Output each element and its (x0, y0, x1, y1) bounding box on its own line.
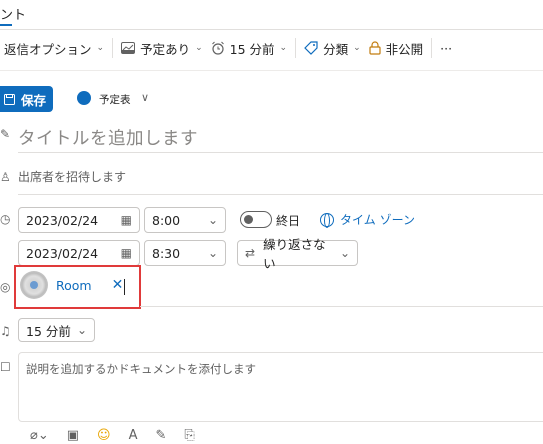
location-icon: ◎ (0, 280, 10, 294)
category-label: 分類 (323, 41, 349, 57)
end-date-value: 2023/02/24 (26, 245, 99, 261)
calendar-color-dot (77, 91, 91, 105)
time-zone-label: タイム ゾーン (340, 213, 415, 227)
chevron-down-icon: ⌄ (207, 246, 218, 260)
chevron-down-icon: ⌄ (195, 43, 203, 53)
end-date-picker[interactable]: 2023/02/24 ▦ (18, 240, 140, 266)
format-icon[interactable]: A (129, 428, 138, 443)
more-options-button[interactable]: ··· (436, 34, 456, 62)
reminder-label: 15 分前 (229, 41, 275, 57)
attendees-input[interactable]: 出席者を招待します (18, 168, 126, 185)
save-icon (4, 93, 15, 105)
reminder-dropdown[interactable]: 15 分前 ⌄ (207, 34, 291, 62)
save-label: 保存 (21, 92, 47, 108)
calendar-selector[interactable]: 予定表 (99, 92, 131, 107)
more-icon: ··· (440, 40, 453, 56)
chevron-down-icon: ⌄ (207, 213, 218, 227)
close-icon[interactable]: ✕ (112, 277, 124, 293)
divider (0, 70, 543, 71)
chevron-down-icon: ⌄ (76, 323, 87, 337)
draw-icon[interactable]: ✎ (156, 428, 167, 443)
divider (0, 29, 543, 30)
chevron-down-icon: ⌄ (353, 43, 361, 53)
calendar-icon: ▦ (120, 213, 132, 227)
text-caret (124, 279, 125, 295)
attach-icon[interactable]: ⌀⌄ (30, 428, 49, 443)
editor-toolbar: ⌀⌄ ▣ ☺ A ✎ ⎘ (30, 428, 195, 443)
tab-indicator (0, 24, 12, 26)
chevron-down-icon[interactable]: ∨ (141, 91, 149, 104)
all-day-label: 終日 (276, 214, 301, 228)
tag-icon (304, 41, 318, 55)
end-time-dropdown[interactable]: 8:30 ⌄ (144, 240, 226, 266)
chevron-down-icon: ⌄ (96, 43, 105, 53)
repeat-dropdown[interactable]: ⇄ 繰り返さない ⌄ (237, 237, 358, 271)
divider (18, 194, 543, 195)
reply-options-label: 返信オプション (4, 41, 92, 57)
reminder-time-value: 15 分前 (26, 323, 71, 339)
globe-icon (320, 212, 334, 228)
busy-status-icon (121, 42, 136, 54)
image-icon[interactable]: ▣ (67, 428, 79, 443)
reminder-time-dropdown[interactable]: 15 分前 ⌄ (18, 318, 95, 342)
calendar-icon: ▦ (120, 246, 132, 260)
divider (18, 152, 543, 153)
busy-status-label: 予定あり (140, 41, 191, 57)
save-button[interactable]: 保存 (0, 86, 53, 112)
lock-icon (369, 41, 381, 55)
toolbar: 返信オプション ⌄ 予定あり ⌄ 15 分前 ⌄ 分類 ⌄ 非公開 ··· (0, 34, 456, 62)
private-toggle[interactable]: 非公開 (365, 34, 428, 62)
all-day-toggle[interactable] (240, 211, 272, 228)
chevron-down-icon: ⌄ (339, 246, 350, 260)
private-label: 非公開 (385, 41, 424, 57)
notes-icon: ☐ (0, 360, 10, 374)
room-name: Room (56, 277, 92, 293)
toolbar-separator (431, 38, 433, 58)
end-time-value: 8:30 (152, 245, 181, 261)
emoji-icon[interactable]: ☺ (97, 428, 111, 443)
bell-icon: ♫ (0, 324, 10, 338)
tab-title[interactable]: ント (0, 4, 26, 23)
start-date-picker[interactable]: 2023/02/24 ▦ (18, 207, 140, 233)
template-icon[interactable]: ⎘ (184, 428, 194, 443)
category-dropdown[interactable]: 分類 ⌄ (300, 34, 365, 62)
clock-icon: ◷ (0, 212, 10, 226)
title-input[interactable]: タイトルを追加します (18, 125, 198, 150)
start-date-value: 2023/02/24 (26, 212, 99, 228)
busy-status-dropdown[interactable]: 予定あり ⌄ (117, 34, 207, 62)
start-time-value: 8:00 (152, 212, 181, 228)
toggle-knob (244, 215, 253, 224)
description-placeholder: 説明を追加するかドキュメントを添付します (26, 362, 256, 376)
repeat-label: 繰り返さない (263, 237, 326, 271)
people-icon: ♙ (0, 170, 10, 184)
title-icon: ✎ (0, 127, 10, 141)
room-chip[interactable]: Room ✕ (20, 270, 123, 300)
toolbar-separator (112, 38, 114, 58)
toolbar-separator (295, 38, 297, 58)
reply-options-button[interactable]: 返信オプション ⌄ (0, 34, 108, 62)
chevron-down-icon: ⌄ (279, 43, 288, 53)
divider (140, 306, 543, 307)
alarm-clock-icon (211, 41, 224, 55)
time-zone-button[interactable]: タイム ゾーン (320, 211, 415, 228)
repeat-icon: ⇄ (245, 246, 256, 260)
room-avatar (20, 271, 48, 299)
start-time-dropdown[interactable]: 8:00 ⌄ (144, 207, 226, 233)
